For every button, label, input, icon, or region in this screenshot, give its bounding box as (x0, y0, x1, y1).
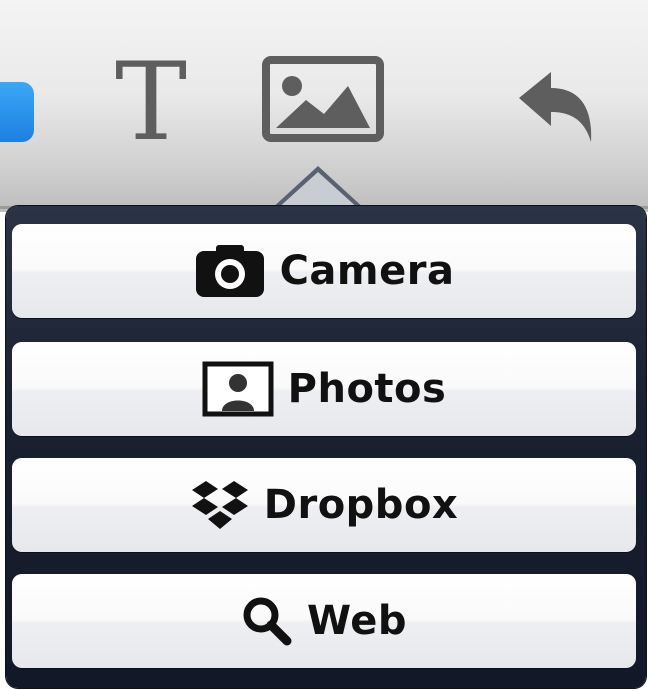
menu-item-web[interactable]: Web (12, 574, 636, 668)
camera-icon (194, 243, 266, 299)
undo-button[interactable] (505, 68, 605, 148)
menu-item-label: Dropbox (263, 482, 459, 528)
menu-item-camera[interactable]: Camera (12, 224, 636, 318)
menu-item-photos[interactable]: Photos (12, 342, 636, 436)
menu-item-label: Photos (287, 366, 447, 412)
image-icon (262, 56, 384, 142)
menu-item-dropbox[interactable]: Dropbox (12, 458, 636, 552)
photos-icon (202, 361, 274, 417)
dropbox-icon (190, 477, 250, 533)
app-frame: T Camera Photos Dropbox Web (0, 0, 648, 691)
shape-tool-button[interactable] (0, 82, 42, 144)
text-tool-button[interactable]: T (96, 48, 206, 158)
popover-arrow-highlight (276, 172, 360, 210)
blue-shape-icon (0, 82, 34, 142)
image-tool-button[interactable] (262, 56, 384, 142)
menu-item-label: Camera (279, 248, 455, 294)
menu-item-label: Web (307, 598, 407, 644)
undo-icon (519, 72, 592, 142)
text-icon: T (114, 40, 188, 165)
search-icon (241, 595, 293, 647)
